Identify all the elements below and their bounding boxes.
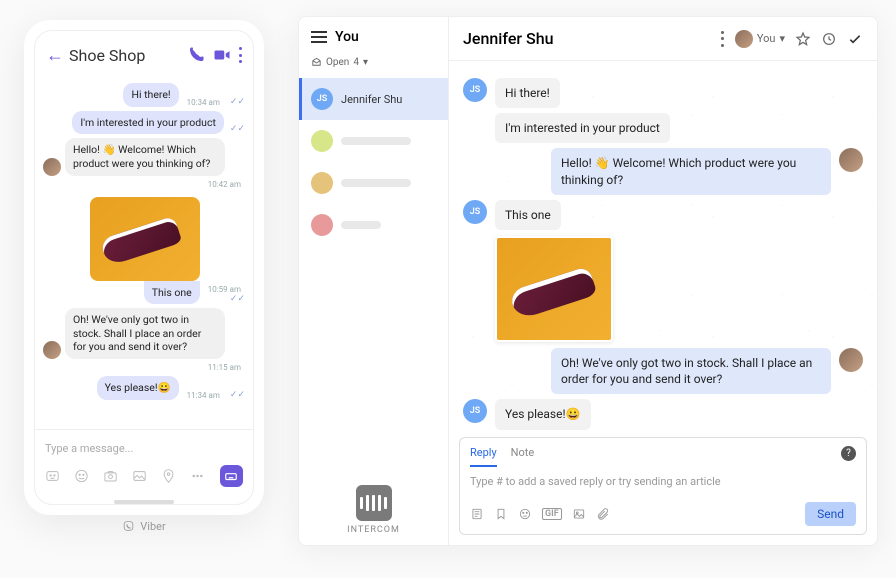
send-button[interactable]: Send [805, 502, 856, 526]
conversation-item[interactable]: JS Jennifer Shu [299, 78, 448, 120]
message-input[interactable]: Type a message... [45, 436, 243, 461]
conversation-item[interactable] [299, 204, 448, 246]
location-icon[interactable] [161, 467, 176, 485]
reply-input[interactable]: Type # to add a saved reply or try sendi… [460, 467, 866, 496]
avatar [311, 172, 333, 194]
shop-name: Shoe Shop [69, 46, 183, 65]
menu-icon[interactable] [311, 31, 327, 43]
avatar: JS [463, 78, 487, 102]
viber-brand-label: Viber [24, 520, 264, 533]
emoji-icon[interactable] [74, 467, 89, 485]
more-options-icon[interactable] [239, 47, 243, 63]
phone-composer: Type a message... [35, 429, 253, 497]
placeholder-line [341, 179, 411, 187]
intercom-brand: INTERCOM [299, 475, 448, 545]
intercom-logo-icon [356, 485, 392, 521]
video-call-icon[interactable] [213, 46, 231, 64]
phone-header: ← Shoe Shop [35, 31, 253, 75]
avatar [43, 341, 61, 359]
inbox-open-icon [311, 57, 322, 68]
assignee-selector[interactable]: You ▾ [735, 30, 785, 48]
conversation-item[interactable] [299, 162, 448, 204]
avatar [311, 130, 333, 152]
msg-sent: I'm interested in your product [72, 111, 224, 135]
msg-received: Oh! We've only got two in stock. Shall I… [65, 308, 225, 359]
attachment-icon[interactable] [596, 507, 610, 521]
attached-image[interactable] [90, 197, 200, 281]
msg-inbound: This one [495, 200, 561, 230]
keyboard-button[interactable] [220, 465, 243, 487]
bookmark-icon[interactable] [494, 507, 508, 521]
viber-icon [122, 520, 135, 533]
snooze-icon[interactable] [821, 31, 837, 47]
intercom-panel: You Open 4 ▾ JS Jennifer Shu INTERCOM Je… [298, 16, 878, 546]
read-checks-icon: ✓✓ [230, 294, 245, 304]
help-icon[interactable]: ? [841, 446, 856, 461]
star-icon[interactable] [795, 31, 811, 47]
agent-avatar [839, 348, 863, 372]
phone-mockup: ← Shoe Shop Hi there!10:34 am✓✓ I'm inte… [24, 20, 264, 515]
emoji-icon[interactable] [518, 507, 532, 521]
inbox-filter[interactable]: Open 4 ▾ [299, 53, 448, 78]
msg-inbound: Yes please!😀 [495, 399, 591, 429]
composer: Reply Note ? Type # to add a saved reply… [459, 437, 867, 535]
msg-sent: This one [144, 281, 200, 305]
phone-chat-body: Hi there!10:34 am✓✓ I'm interested in yo… [35, 75, 253, 429]
avatar: JS [463, 399, 487, 423]
msg-received: Hello! 👋 Welcome! Which product were you… [65, 138, 225, 175]
msg-outbound: Oh! We've only got two in stock. Shall I… [551, 348, 831, 394]
avatar [311, 214, 333, 236]
tab-reply[interactable]: Reply [470, 446, 497, 467]
inbox-title: You [335, 29, 359, 45]
more-options-icon[interactable] [721, 31, 725, 47]
image-icon[interactable] [572, 507, 586, 521]
avatar: JS [311, 88, 333, 110]
sticker-icon[interactable] [45, 467, 60, 485]
msg-sent: Hi there! [123, 83, 178, 107]
attached-image[interactable] [495, 236, 613, 342]
chevron-down-icon: ▾ [363, 57, 368, 68]
gallery-icon[interactable] [132, 467, 147, 485]
tab-note[interactable]: Note [511, 446, 535, 467]
read-checks-icon: ✓✓ [230, 390, 245, 400]
thread-body: JS Hi there! I'm interested in your produ… [449, 61, 877, 437]
close-conversation-icon[interactable] [847, 31, 863, 47]
thread-header: Jennifer Shu You ▾ [449, 17, 877, 61]
customer-name: Jennifer Shu [463, 29, 713, 48]
back-arrow-icon[interactable]: ← [45, 45, 65, 65]
gif-icon[interactable]: GIF [542, 508, 562, 520]
avatar [43, 158, 61, 176]
agent-avatar [735, 30, 753, 48]
agent-avatar [839, 148, 863, 172]
more-icon[interactable] [190, 467, 205, 485]
msg-inbound: Hi there! [495, 78, 560, 108]
read-checks-icon: ✓✓ [230, 97, 245, 107]
chevron-down-icon: ▾ [779, 32, 785, 45]
msg-inbound: I'm interested in your product [495, 113, 670, 143]
phone-call-icon[interactable] [187, 46, 205, 64]
conversation-name: Jennifer Shu [341, 93, 402, 106]
article-icon[interactable] [470, 507, 484, 521]
home-indicator [114, 500, 174, 504]
conversation-item[interactable] [299, 120, 448, 162]
msg-sent: Yes please!😀 [97, 376, 179, 400]
read-checks-icon: ✓✓ [230, 124, 245, 134]
msg-outbound: Hello! 👋 Welcome! Which product were you… [551, 148, 831, 194]
camera-icon[interactable] [103, 467, 118, 485]
placeholder-line [341, 221, 381, 229]
avatar: JS [463, 200, 487, 224]
placeholder-line [341, 137, 411, 145]
conversation-sidebar: You Open 4 ▾ JS Jennifer Shu INTERCOM [299, 17, 449, 545]
